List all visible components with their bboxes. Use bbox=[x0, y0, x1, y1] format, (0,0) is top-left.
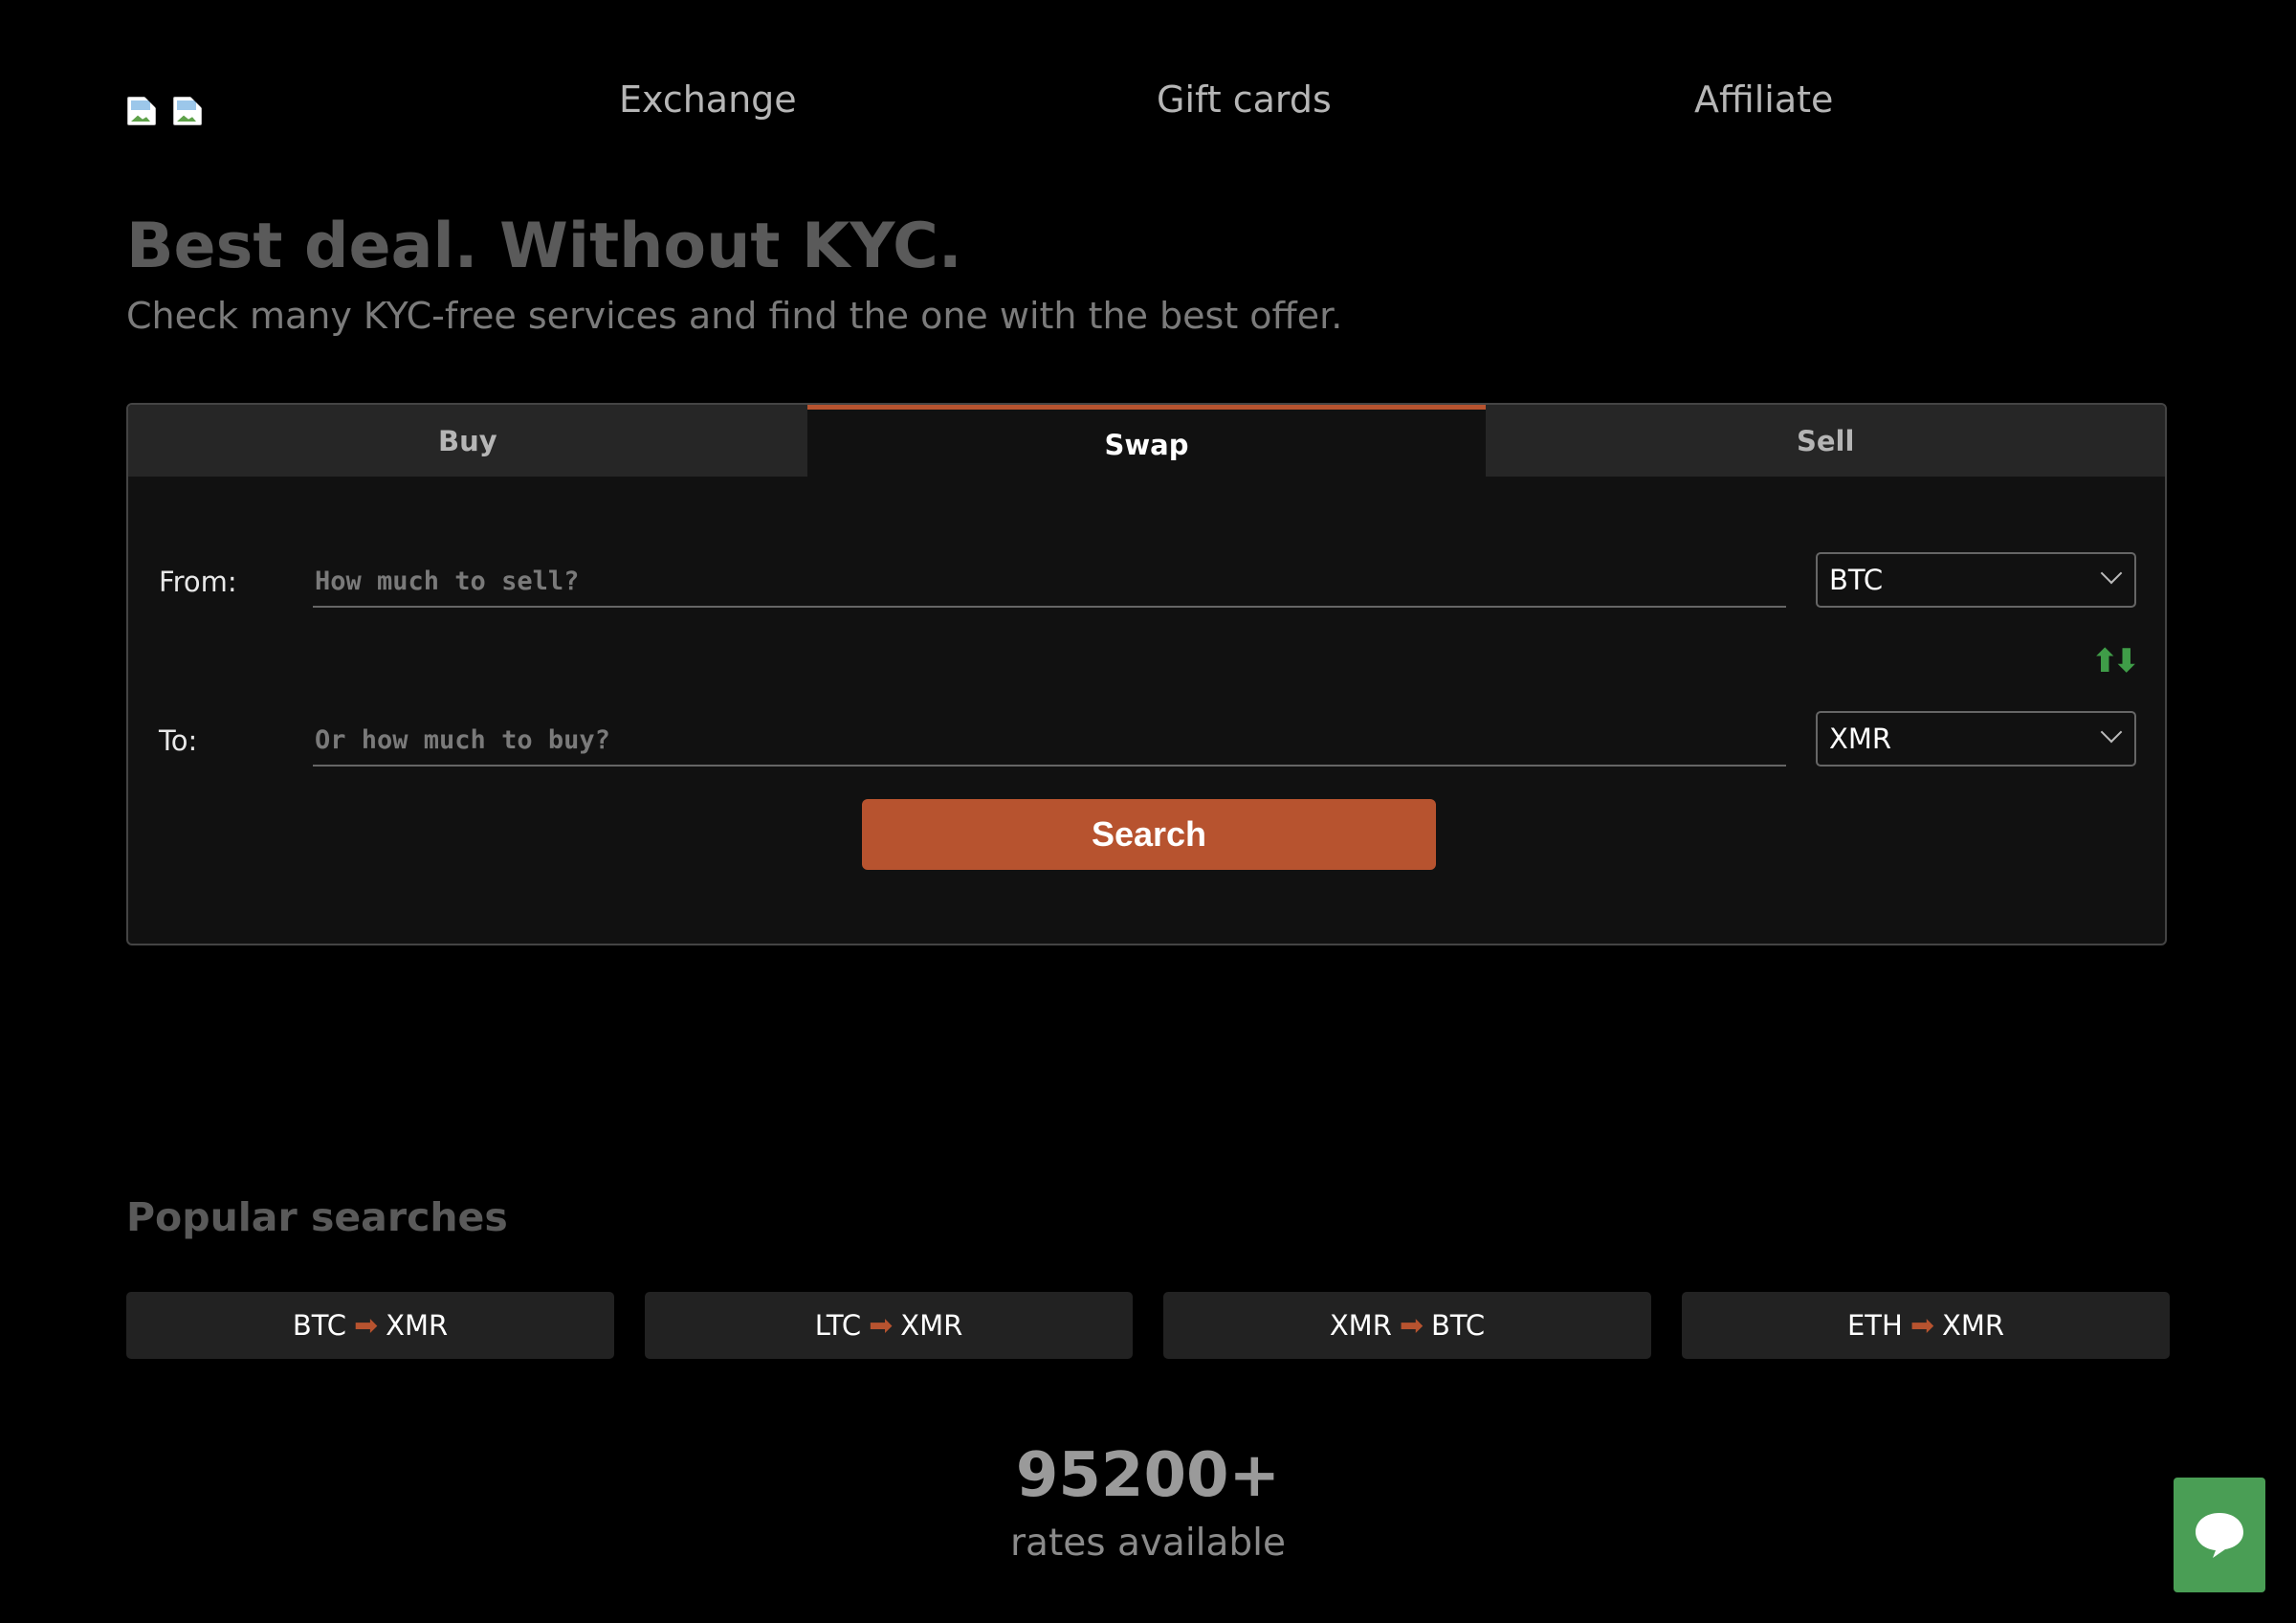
tab-sell[interactable]: Sell bbox=[1486, 405, 2165, 477]
logo-image-icon[interactable] bbox=[127, 97, 156, 125]
site-logos[interactable] bbox=[127, 97, 202, 125]
chat-bubble-icon bbox=[2196, 1513, 2243, 1558]
pair-from: LTC bbox=[814, 1309, 862, 1342]
pair-to: XMR bbox=[900, 1309, 963, 1342]
popular-searches-heading: Popular searches bbox=[126, 1194, 508, 1240]
chevron-down-icon bbox=[2100, 721, 2123, 744]
right-arrow-icon: ➡ bbox=[1399, 1308, 1424, 1343]
hero-subtitle: Check many KYC-free services and find th… bbox=[126, 295, 1343, 337]
exchange-form-panel: Buy Swap Sell From: BTC ⬆⬇ To: XMR Searc… bbox=[126, 403, 2167, 945]
chevron-down-icon bbox=[2100, 562, 2123, 585]
rates-count: 95200+ bbox=[1015, 1440, 1281, 1511]
nav-gift-cards-link[interactable]: Gift cards bbox=[1157, 78, 1332, 121]
from-currency-value: BTC bbox=[1829, 564, 1884, 596]
pair-to: BTC bbox=[1431, 1309, 1486, 1342]
pair-from: ETH bbox=[1846, 1309, 1903, 1342]
popular-pair-button[interactable]: ETH ➡ XMR bbox=[1682, 1292, 2170, 1359]
pair-to: XMR bbox=[1941, 1309, 2005, 1342]
tab-swap[interactable]: Swap bbox=[806, 405, 1487, 477]
right-arrow-icon: ➡ bbox=[1910, 1308, 1934, 1343]
rates-label: rates available bbox=[1010, 1522, 1286, 1565]
hero-title: Best deal. Without KYC. bbox=[126, 211, 962, 282]
popular-pair-button[interactable]: BTC ➡ XMR bbox=[126, 1292, 614, 1359]
to-amount-input[interactable] bbox=[313, 721, 1786, 767]
from-label: From: bbox=[159, 566, 237, 598]
pair-from: XMR bbox=[1329, 1309, 1392, 1342]
from-currency-select[interactable]: BTC bbox=[1816, 552, 2136, 608]
tab-buy[interactable]: Buy bbox=[128, 405, 807, 477]
nav-exchange-link[interactable]: Exchange bbox=[619, 78, 797, 121]
right-arrow-icon: ➡ bbox=[869, 1308, 894, 1343]
popular-pair-button[interactable]: XMR ➡ BTC bbox=[1163, 1292, 1651, 1359]
logo-text-image-icon[interactable] bbox=[173, 97, 202, 125]
to-currency-value: XMR bbox=[1829, 723, 1892, 755]
right-arrow-icon: ➡ bbox=[353, 1308, 379, 1343]
popular-pair-button[interactable]: LTC ➡ XMR bbox=[645, 1292, 1133, 1359]
up-down-arrows-icon[interactable]: ⬆⬇ bbox=[2091, 642, 2140, 680]
to-label: To: bbox=[159, 724, 198, 757]
to-currency-select[interactable]: XMR bbox=[1816, 711, 2136, 767]
pair-from: BTC bbox=[292, 1309, 346, 1342]
mode-tabs: Buy Swap Sell bbox=[128, 405, 2165, 477]
from-amount-input[interactable] bbox=[313, 562, 1786, 608]
chat-widget-button[interactable] bbox=[2174, 1478, 2265, 1592]
pair-to: XMR bbox=[386, 1309, 449, 1342]
nav-affiliate-link[interactable]: Affiliate bbox=[1694, 78, 1833, 121]
search-button[interactable]: Search bbox=[862, 799, 1436, 870]
